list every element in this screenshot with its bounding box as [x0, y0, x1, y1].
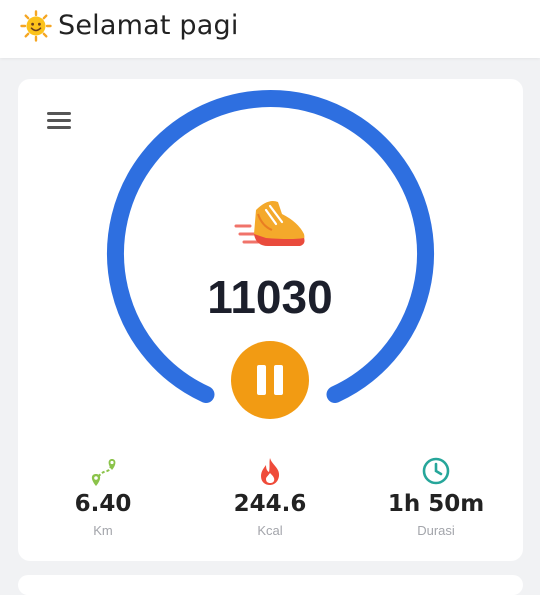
top-bar: Selamat pagi	[0, 0, 540, 58]
duration-unit: Durasi	[417, 523, 455, 538]
calories-stat: 244.6 Kcal	[200, 455, 340, 538]
calories-value: 244.6	[233, 491, 307, 517]
running-shoe-icon	[234, 201, 305, 246]
duration-stat: 1h 50m Durasi	[366, 455, 506, 538]
distance-value: 6.40	[74, 491, 132, 517]
sun-icon	[20, 10, 52, 42]
clock-icon	[422, 457, 450, 485]
duration-value: 1h 50m	[387, 491, 485, 517]
flame-icon	[261, 458, 280, 485]
distance-stat: 6.40 Km	[33, 455, 173, 538]
greeting-text: Selamat pagi	[58, 10, 239, 41]
pause-button[interactable]	[231, 341, 309, 419]
distance-unit: Km	[93, 523, 113, 538]
hamburger-menu-icon[interactable]	[45, 109, 73, 133]
calories-unit: Kcal	[257, 523, 283, 538]
route-pin-icon	[91, 459, 116, 486]
step-count: 11030	[207, 271, 333, 323]
next-card-edge	[18, 575, 523, 595]
pause-icon	[257, 365, 266, 395]
